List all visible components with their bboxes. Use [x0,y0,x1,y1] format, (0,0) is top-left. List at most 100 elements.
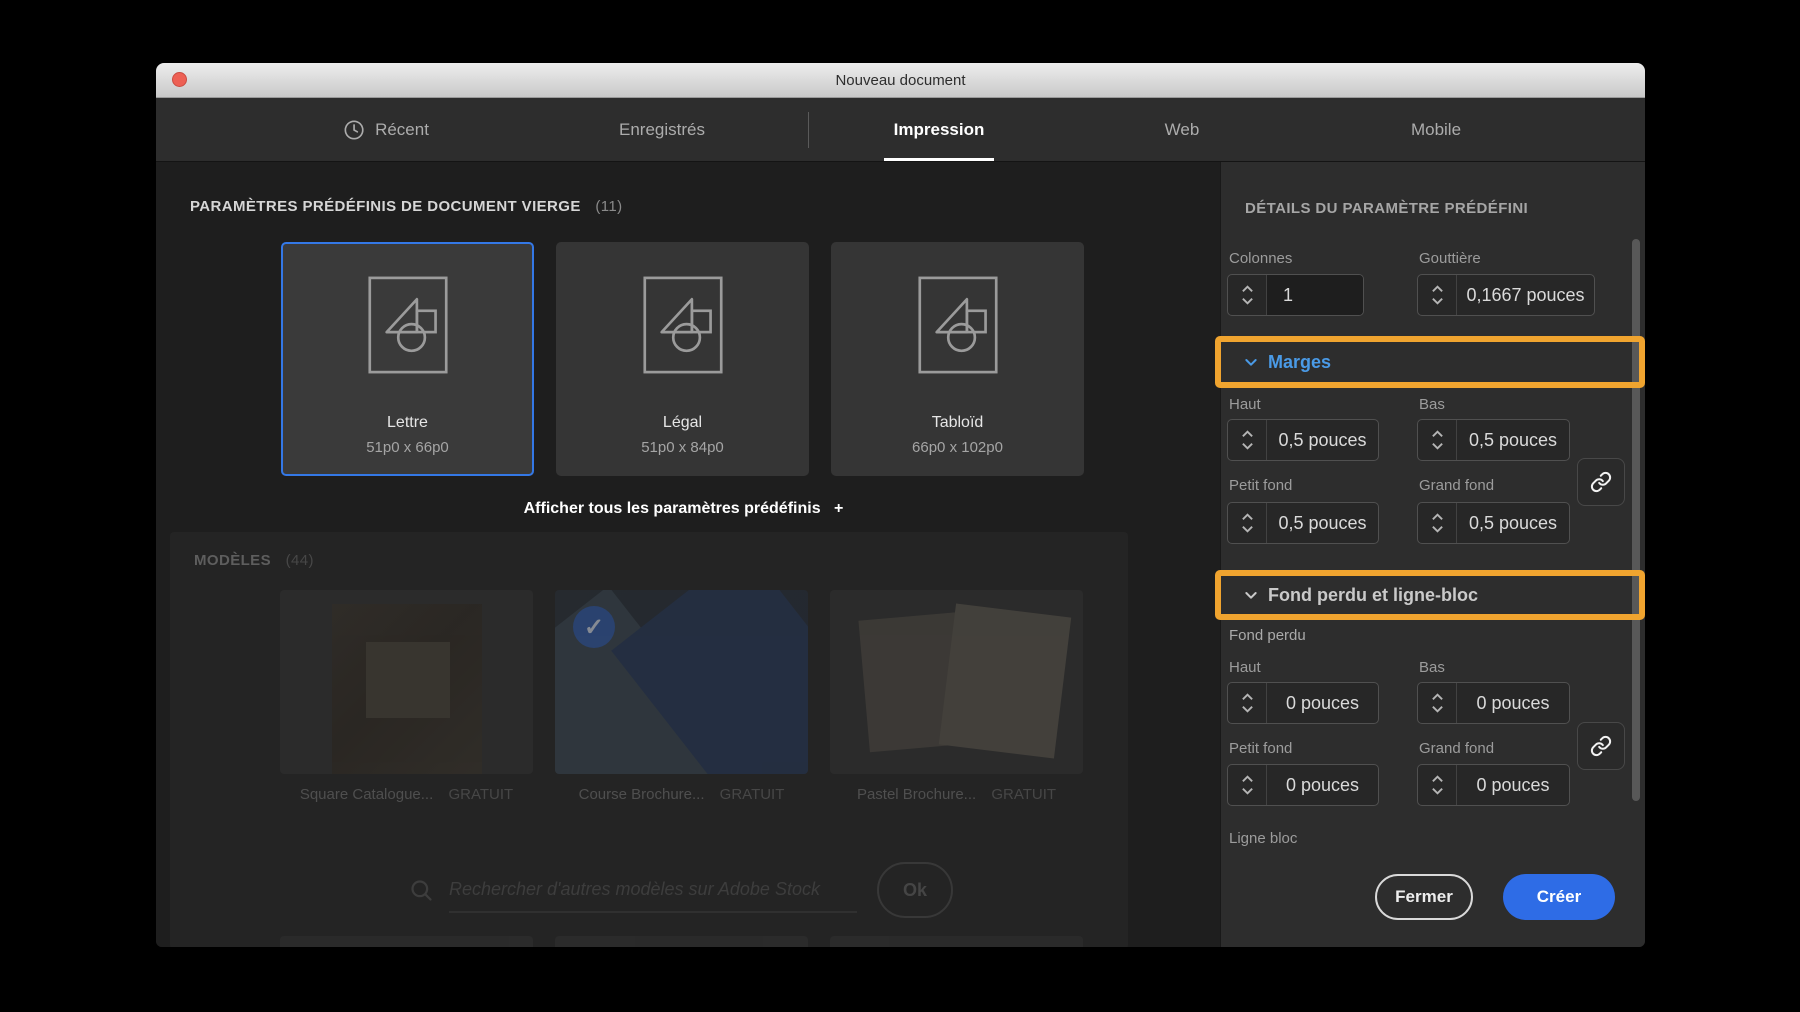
checkmark-icon: ✓ [573,606,615,648]
stepper-up-icon[interactable] [1241,285,1254,293]
stepper-down-icon[interactable] [1431,525,1444,533]
gouttiere-value[interactable]: 0,1667 pouces [1457,275,1594,315]
stepper-down-icon[interactable] [1431,297,1444,305]
stepper-up-icon[interactable] [1241,430,1254,438]
tab-separator [808,112,809,148]
marges-bas-stepper[interactable]: 0,5 pouces [1417,419,1570,461]
stepper-up-icon[interactable] [1431,513,1444,521]
preset-card-legal[interactable]: Légal 51p0 x 84p0 [556,242,809,476]
preset-card-lettre[interactable]: Lettre 51p0 x 66p0 [281,242,534,476]
stepper-up-icon[interactable] [1431,693,1444,701]
marges-section-header[interactable]: Marges [1243,336,1331,388]
fond-perdu-section-header[interactable]: Fond perdu et ligne-bloc [1243,570,1478,620]
marges-link-values-button[interactable] [1577,458,1625,506]
stepper-down-icon[interactable] [1241,705,1254,713]
stepper-arrows[interactable] [1418,765,1457,805]
stepper-down-icon[interactable] [1431,787,1444,795]
stepper-arrows[interactable] [1418,503,1457,543]
stepper-up-icon[interactable] [1431,775,1444,783]
stepper-down-icon[interactable] [1431,705,1444,713]
template-thumbnail: ✓ [555,590,808,774]
tab-saved[interactable]: Enregistrés [619,98,705,161]
tab-print[interactable]: Impression [894,98,985,161]
marges-haut-stepper[interactable]: 0,5 pouces [1227,419,1379,461]
stock-search-input[interactable]: Rechercher d'autres modèles sur Adobe St… [449,867,857,913]
show-all-presets-link[interactable]: Afficher tous les paramètres prédéfinis … [281,500,1086,518]
template-tile-square-catalogue[interactable] [280,590,533,774]
preset-name: Légal [662,414,703,431]
fermer-button[interactable]: Fermer [1375,874,1473,920]
scrollbar-thumb[interactable] [1632,239,1640,801]
fp-haut-value[interactable]: 0 pouces [1267,683,1378,723]
colonnes-stepper[interactable]: 1 [1227,274,1364,316]
template-tile-course-brochure[interactable]: ✓ [555,590,808,774]
close-window-button[interactable] [172,72,187,87]
fp-grand-fond-value[interactable]: 0 pouces [1457,765,1569,805]
chevron-down-icon [1245,592,1257,599]
stepper-up-icon[interactable] [1241,775,1254,783]
marges-petit-fond-value[interactable]: 0,5 pouces [1267,503,1378,543]
stepper-down-icon[interactable] [1241,787,1254,795]
fond-perdu-link-values-button[interactable] [1577,722,1625,770]
stepper-arrows[interactable] [1418,683,1457,723]
gouttiere-stepper[interactable]: 0,1667 pouces [1417,274,1595,316]
fp-grand-fond-label: Grand fond [1419,740,1495,757]
stepper-arrows[interactable] [1228,683,1267,723]
tab-mobile[interactable]: Mobile [1411,98,1461,161]
fp-haut-stepper[interactable]: 0 pouces [1227,682,1379,724]
template-label: Square Catalogue... GRATUIT [280,786,533,803]
fp-bas-stepper[interactable]: 0 pouces [1417,682,1570,724]
presets-area: PARAMÈTRES PRÉDÉFINIS DE DOCUMENT VIERGE… [156,162,1220,947]
blank-document-icon [642,276,723,374]
stepper-arrows[interactable] [1418,275,1457,315]
stepper-up-icon[interactable] [1241,513,1254,521]
marges-grand-fond-stepper[interactable]: 0,5 pouces [1417,502,1570,544]
stepper-down-icon[interactable] [1241,442,1254,450]
stepper-arrows[interactable] [1418,420,1457,460]
fp-grand-fond-stepper[interactable]: 0 pouces [1417,764,1570,806]
preset-card-tabloid[interactable]: Tabloïd 66p0 x 102p0 [831,242,1084,476]
new-document-dialog: Nouveau document Récent Enregistrés Impr… [156,63,1645,947]
stepper-up-icon[interactable] [1241,693,1254,701]
preset-details-panel: DÉTAILS DU PARAMÈTRE PRÉDÉFINI Colonnes … [1215,162,1645,947]
fp-petit-fond-value[interactable]: 0 pouces [1267,765,1378,805]
marges-petit-fond-stepper[interactable]: 0,5 pouces [1227,502,1379,544]
tab-label: Enregistrés [619,119,705,139]
stepper-arrows[interactable] [1228,275,1267,315]
marges-bas-value[interactable]: 0,5 pouces [1457,420,1569,460]
stepper-up-icon[interactable] [1431,285,1444,293]
templates-panel: MODÈLES (44) ✓ Square Catalogue... GRATU… [170,532,1128,947]
search-ok-button[interactable]: Ok [877,862,953,918]
stepper-up-icon[interactable] [1431,430,1444,438]
stepper-down-icon[interactable] [1431,442,1444,450]
template-label: Pastel Brochure... GRATUIT [830,786,1083,803]
stepper-down-icon[interactable] [1241,525,1254,533]
preset-name: Tabloïd [931,414,984,431]
blank-presets-count: (11) [595,198,623,215]
stepper-arrows[interactable] [1228,765,1267,805]
colonnes-value[interactable]: 1 [1267,275,1363,315]
plus-icon: + [834,500,844,517]
tab-recent[interactable]: Récent [343,98,429,161]
creer-button[interactable]: Créer [1503,874,1615,920]
tab-label: Impression [893,119,985,139]
free-badge: GRATUIT [719,786,785,803]
template-label: Course Brochure... GRATUIT [555,786,808,803]
tab-web[interactable]: Web [1165,98,1200,161]
marges-petit-fond-label: Petit fond [1229,477,1293,494]
stepper-arrows[interactable] [1228,420,1267,460]
marges-grand-fond-value[interactable]: 0,5 pouces [1457,503,1569,543]
window-title: Nouveau document [835,71,966,89]
free-badge: GRATUIT [448,786,514,803]
marges-haut-label: Haut [1229,396,1261,413]
template-tile-pastel-brochure[interactable] [830,590,1083,774]
fp-bas-value[interactable]: 0 pouces [1457,683,1569,723]
marges-haut-value[interactable]: 0,5 pouces [1267,420,1378,460]
fp-petit-fond-stepper[interactable]: 0 pouces [1227,764,1379,806]
template-name: Pastel Brochure... [856,786,977,803]
titlebar: Nouveau document [156,63,1645,98]
blank-document-icon [917,276,998,374]
stepper-arrows[interactable] [1228,503,1267,543]
stepper-down-icon[interactable] [1241,297,1254,305]
templates-heading: MODÈLES (44) [194,552,314,569]
